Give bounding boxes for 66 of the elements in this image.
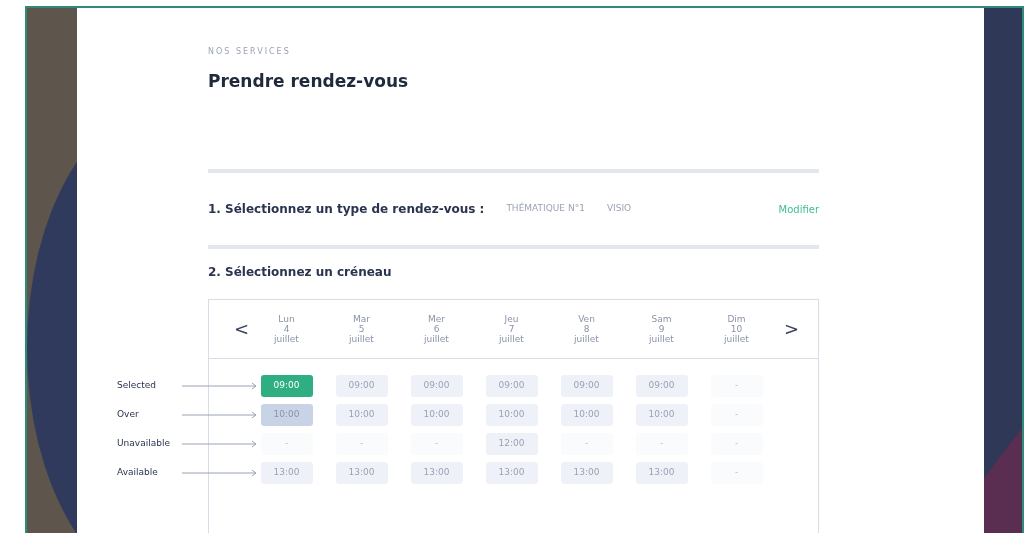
- time-slot: -: [710, 461, 763, 484]
- day-number: 6: [433, 324, 440, 334]
- time-slot: -: [560, 432, 613, 455]
- time-slot[interactable]: 10:00: [410, 403, 463, 426]
- month-name: juillet: [424, 334, 449, 344]
- time-slot: -: [335, 432, 388, 455]
- day-number: 8: [583, 324, 590, 334]
- month-name: juillet: [499, 334, 524, 344]
- day-name: Lun: [278, 314, 295, 324]
- eyebrow-label: NOS SERVICES: [208, 46, 292, 58]
- time-slot[interactable]: 09:00: [260, 374, 313, 397]
- time-slot[interactable]: 13:00: [410, 461, 463, 484]
- arrow-icon: [182, 381, 257, 390]
- time-slot[interactable]: 10:00: [635, 403, 688, 426]
- legend-label: Unavailable: [117, 436, 171, 450]
- time-slot[interactable]: 13:00: [635, 461, 688, 484]
- legend-label: Available: [117, 465, 159, 479]
- time-slot[interactable]: 13:00: [335, 461, 388, 484]
- month-name: juillet: [724, 334, 749, 344]
- time-slot[interactable]: 09:00: [560, 374, 613, 397]
- previous-week-button[interactable]: <: [233, 320, 249, 338]
- day-name: Ven: [578, 314, 595, 324]
- time-slot[interactable]: 13:00: [485, 461, 538, 484]
- selected-option: VISIO: [606, 202, 632, 216]
- month-name: juillet: [649, 334, 674, 344]
- day-name: Mar: [353, 314, 370, 324]
- legend-label: Over: [117, 407, 140, 421]
- day-number: 7: [508, 324, 515, 334]
- page-title: Prendre rendez-vous: [208, 70, 410, 92]
- day-number: 10: [730, 324, 743, 334]
- step-label: 2. Sélectionnez un créneau: [208, 264, 393, 281]
- month-name: juillet: [574, 334, 599, 344]
- selected-option: THÉMATIQUE N°1: [506, 202, 585, 216]
- time-slot[interactable]: 10:00: [260, 403, 313, 426]
- day-number: 9: [658, 324, 665, 334]
- modify-link[interactable]: Modifier: [778, 201, 819, 217]
- day-number: 5: [358, 324, 365, 334]
- next-week-button[interactable]: >: [784, 320, 800, 338]
- time-slot: -: [710, 432, 763, 455]
- day-name: Sam: [651, 314, 672, 324]
- day-name: Mer: [428, 314, 445, 324]
- time-slot[interactable]: 12:00: [485, 432, 538, 455]
- month-name: juillet: [349, 334, 374, 344]
- step-label: 1. Sélectionnez un type de rendez-vous :: [208, 201, 485, 218]
- time-slot[interactable]: 13:00: [560, 461, 613, 484]
- time-slot: -: [710, 403, 763, 426]
- time-slot: -: [710, 374, 763, 397]
- day-number: 4: [283, 324, 290, 334]
- time-slot[interactable]: 09:00: [635, 374, 688, 397]
- time-slot: -: [410, 432, 463, 455]
- time-slot: -: [260, 432, 313, 455]
- arrow-icon: [182, 439, 257, 448]
- time-slot: -: [635, 432, 688, 455]
- time-slot[interactable]: 10:00: [560, 403, 613, 426]
- time-slot[interactable]: 10:00: [335, 403, 388, 426]
- time-slot[interactable]: 13:00: [260, 461, 313, 484]
- time-slot[interactable]: 09:00: [335, 374, 388, 397]
- day-name: Jeu: [504, 314, 519, 324]
- time-slot[interactable]: 09:00: [485, 374, 538, 397]
- legend-label: Selected: [117, 378, 157, 392]
- time-slot[interactable]: 09:00: [410, 374, 463, 397]
- day-name: Dim: [727, 314, 746, 324]
- arrow-icon: [182, 468, 257, 477]
- time-slot[interactable]: 10:00: [485, 403, 538, 426]
- arrow-icon: [182, 410, 257, 419]
- month-name: juillet: [274, 334, 299, 344]
